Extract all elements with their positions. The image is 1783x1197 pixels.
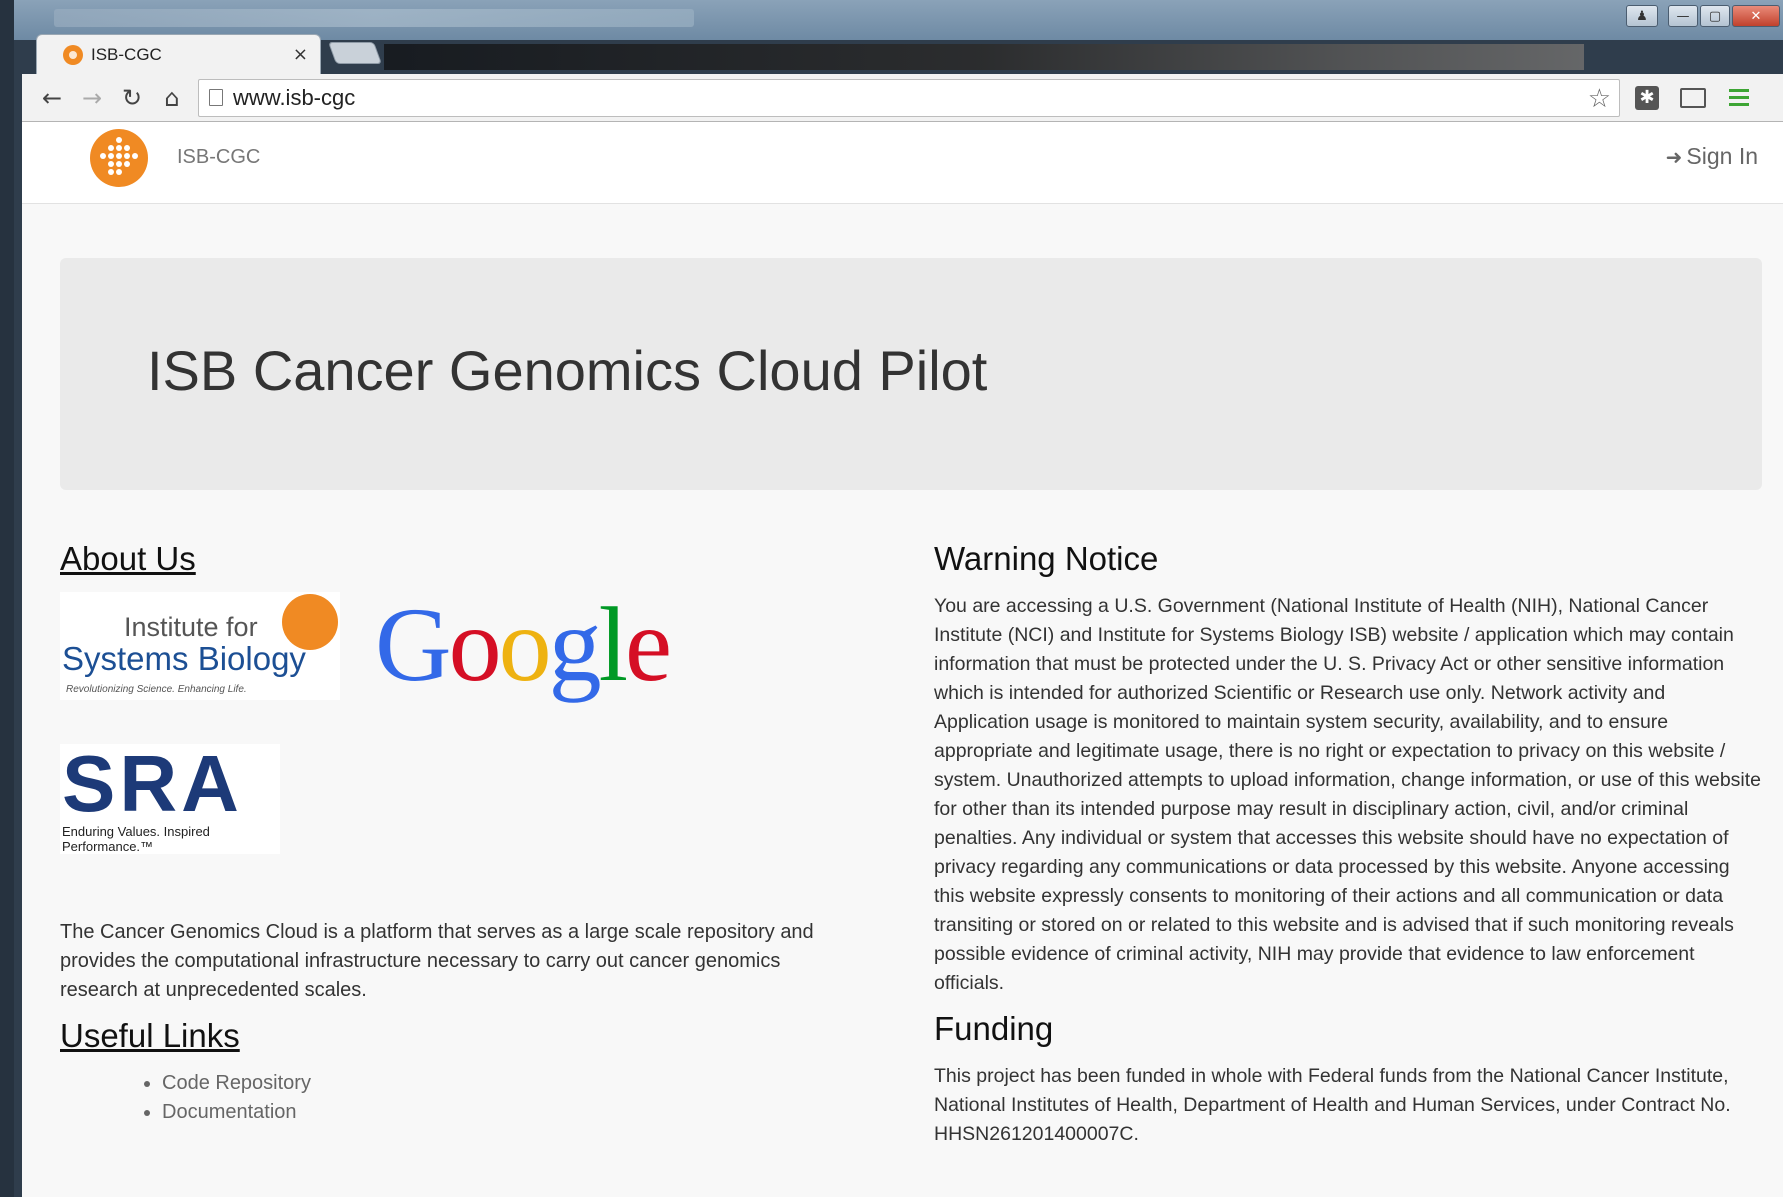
page-icon [209, 89, 223, 106]
extension-puzzle-glyph: ✱ [1635, 85, 1659, 110]
sign-in-icon: ➜ [1665, 144, 1683, 169]
funding-heading: Funding [934, 1010, 1054, 1047]
partner-logos: Institute for Systems Biology Revolution… [60, 592, 880, 912]
site-navbar: ISB-CGC ➜ Sign In [22, 122, 1783, 204]
window-controls: ♟ — ▢ ✕ [1626, 5, 1780, 27]
warning-notice-text: You are accessing a U.S. Government (Nat… [934, 595, 1762, 994]
close-window-button[interactable]: ✕ [1732, 5, 1780, 27]
tab-close-icon[interactable]: × [293, 44, 308, 65]
new-tab-button[interactable] [327, 42, 383, 64]
google-letter: g [548, 586, 602, 703]
bookmark-star-icon[interactable]: ☆ [1588, 84, 1611, 114]
about-description: The Cancer Genomics Cloud is a platform … [60, 921, 814, 1001]
page-title: ISB Cancer Genomics Cloud Pilot [147, 339, 988, 402]
cast-glyph [1680, 87, 1706, 108]
about-column: About Us Institute for Systems Biology R… [60, 540, 880, 1127]
sign-in-label: Sign In [1686, 143, 1758, 169]
menu-hamburger-icon[interactable] [1720, 79, 1758, 117]
page-content: ISB-CGC ➜ Sign In ISB Cancer Genomics Cl… [22, 122, 1783, 1197]
isb-logo: Institute for Systems Biology Revolution… [60, 592, 340, 700]
minimize-button[interactable]: — [1668, 5, 1698, 27]
browser-toolbar: ← → ↻ ⌂ www.isb-cgc ☆ ✱ [22, 74, 1783, 122]
home-button[interactable]: ⌂ [152, 78, 192, 118]
brand-name-link[interactable]: ISB-CGC [177, 146, 260, 169]
sra-logo-tagline: Enduring Values. Inspired Performance.™ [62, 824, 210, 854]
user-profile-icon[interactable]: ♟ [1626, 5, 1658, 27]
tabstrip-background [384, 44, 1584, 70]
reload-button[interactable]: ↻ [112, 78, 152, 118]
tab-title: ISB-CGC [91, 44, 162, 64]
maximize-button[interactable]: ▢ [1700, 5, 1730, 27]
isb-favicon-icon [63, 44, 83, 65]
useful-links-heading: Useful Links [60, 1017, 240, 1054]
hero-banner: ISB Cancer Genomics Cloud Pilot [60, 258, 1762, 490]
google-letter: G [375, 586, 452, 703]
useful-links-list: Code Repository Documentation [60, 1069, 880, 1127]
google-letter: o [498, 586, 552, 703]
about-us-heading: About Us [60, 540, 196, 577]
sra-logo: SRA Enduring Values. Inspired Performanc… [60, 739, 280, 854]
isb-logo-line1: Institute for [124, 612, 258, 642]
address-bar-url[interactable]: www.isb-cgc [233, 85, 355, 111]
google-letter: e [625, 586, 672, 703]
notice-column: Warning Notice You are accessing a U.S. … [934, 540, 1764, 1149]
sra-logo-text: SRA [62, 739, 243, 828]
sign-in-link[interactable]: ➜ Sign In [1666, 143, 1758, 170]
forward-button[interactable]: → [72, 78, 112, 118]
extension-puzzle-icon[interactable]: ✱ [1628, 79, 1666, 117]
isb-cgc-logo-icon[interactable] [90, 129, 148, 187]
google-logo: Google [375, 592, 672, 698]
cast-icon[interactable] [1674, 79, 1712, 117]
blurred-background-url [54, 9, 694, 27]
google-letter: o [448, 586, 502, 703]
browser-window: ♟ — ▢ ✕ ISB-CGC × ← → ↻ ⌂ www.isb-cgc ☆ … [14, 0, 1783, 1197]
isb-logo-tagline: Revolutionizing Science. Enhancing Life. [66, 684, 247, 695]
address-bar[interactable]: www.isb-cgc ☆ [198, 78, 1620, 117]
funding-text: This project has been funded in whole wi… [934, 1065, 1731, 1145]
isb-circle-icon [282, 594, 338, 650]
isb-logo-line2: Systems Biology [62, 640, 306, 677]
google-letter: l [598, 586, 629, 703]
back-button[interactable]: ← [32, 78, 72, 118]
warning-notice-heading: Warning Notice [934, 540, 1159, 577]
link-documentation[interactable]: Documentation [162, 1098, 880, 1127]
link-code-repository[interactable]: Code Repository [162, 1069, 880, 1098]
browser-tab-active[interactable]: ISB-CGC × [36, 34, 321, 74]
menu-bars [1729, 89, 1749, 106]
